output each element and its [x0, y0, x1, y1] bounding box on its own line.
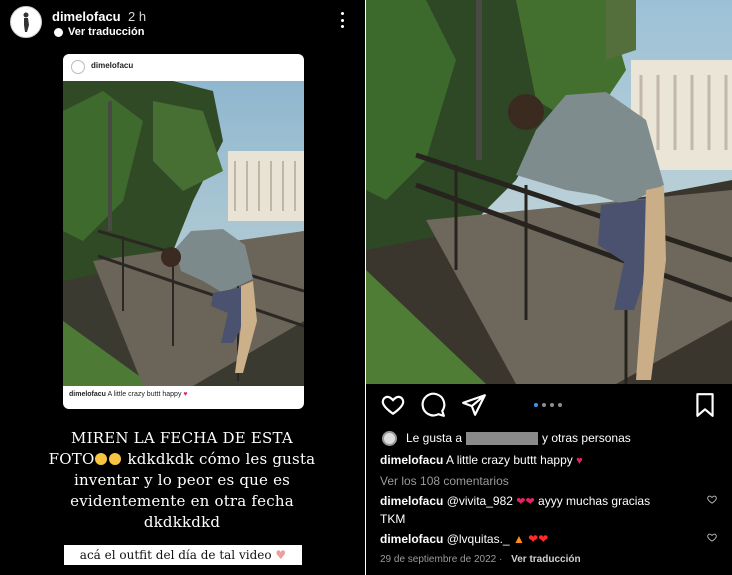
post-caption: dimelofacu A little crazy buttt happy ♥ [380, 453, 583, 467]
carousel-indicator [534, 403, 562, 407]
story-text-line: MIREN LA FECHA DE ESTA [71, 429, 293, 447]
likes-suffix[interactable]: y otras personas [542, 431, 631, 445]
hands-emoji-icon: ♥ [275, 548, 287, 562]
redacted-username [466, 431, 539, 445]
likes-prefix: Le gusta a [406, 431, 463, 445]
caption-text: A little crazy buttt happy [446, 453, 573, 467]
story-text-overlay: MIREN LA FECHA DE ESTA FOTO kdkdkdk cómo… [22, 428, 342, 533]
card-caption: dimelofacu A little crazy buttt happy ♥ [69, 391, 188, 398]
story-panel: dimelofacu 2 h Ver traducción dimelofacu [0, 0, 365, 575]
story-time: 2 h [128, 9, 147, 24]
heart-icon[interactable] [380, 392, 406, 418]
comment-user[interactable]: dimelofacu [380, 532, 443, 546]
heart-emoji-icon: ♥ [576, 455, 583, 467]
heart-emoji-icon: ❤❤ [516, 496, 535, 508]
story-translate-label: Ver traducción [68, 26, 145, 38]
card-header: dimelofacu [63, 54, 304, 81]
story-header: dimelofacu 2 h Ver traducción [10, 6, 355, 42]
comment-row: dimelofacu @lvquitas._ ▲ ❤❤ [380, 532, 548, 546]
story-text-line: dkdkkdkd [143, 513, 221, 531]
likes-line: Le gusta a y otras personas [382, 429, 631, 447]
fire-emoji-icon: ▲ [512, 532, 525, 546]
story-avatar[interactable] [10, 6, 42, 38]
emoji-face-icon [109, 453, 122, 465]
globe-icon [54, 27, 63, 37]
card-username: dimelofacu [91, 61, 134, 70]
heart-emoji-icon: ♥ [183, 391, 188, 398]
comment-mention[interactable]: @lvquitas._ [447, 532, 510, 546]
card-avatar [71, 60, 85, 74]
embedded-post-card: dimelofacu dimelofacu A little crazy but… [63, 54, 304, 409]
caption-user[interactable]: dimelofacu [380, 453, 443, 467]
story-translate-link[interactable]: Ver traducción [54, 26, 144, 38]
story-text-line: evidentemente en otra fecha [70, 492, 294, 510]
comment-user[interactable]: dimelofacu [380, 494, 443, 508]
liker-avatar [382, 430, 397, 446]
heart-emoji-icon: ❤❤ [528, 532, 549, 546]
comment-icon[interactable] [420, 392, 446, 418]
card-photo [63, 81, 304, 386]
view-comments-link[interactable]: Ver los 108 comentarios [380, 474, 509, 488]
comment-row: dimelofacu @vivita_982 ❤❤ ayyy muchas gr… [380, 494, 650, 508]
post-actions-bar [366, 392, 732, 420]
post-translate-link[interactable]: Ver traducción [511, 554, 580, 565]
more-vertical-icon[interactable] [337, 10, 347, 30]
post-panel: Le gusta a y otras personas dimelofacu A… [366, 0, 732, 575]
story-sticker-text: acá el outfit del día de tal video [79, 548, 272, 562]
comment-mention[interactable]: @vivita_982 [447, 494, 513, 508]
story-username[interactable]: dimelofacu [52, 9, 121, 24]
story-text-line: inventar y lo peor es que es [73, 471, 291, 489]
emoji-face-icon [95, 453, 108, 465]
card-caption-user: dimelofacu [69, 391, 106, 398]
comment-text-cont: TKM [380, 512, 406, 526]
story-sticker: acá el outfit del día de tal video ♥ [64, 545, 302, 565]
share-icon[interactable] [461, 392, 487, 418]
like-comment-heart-icon[interactable] [706, 494, 718, 505]
comment-text: ayyy muchas gracias [538, 494, 651, 508]
person-silhouette-icon [23, 12, 29, 32]
post-date: 29 de septiembre de 2022 [380, 554, 497, 565]
card-caption-text: A little crazy buttt happy [107, 391, 182, 398]
like-comment-heart-icon[interactable] [706, 532, 718, 543]
bookmark-icon[interactable] [692, 392, 718, 418]
story-text-line: FOTO kdkdkdk cómo les gusta [48, 450, 316, 468]
post-photo[interactable] [366, 0, 732, 384]
post-date-line: 29 de septiembre de 2022 · Ver traducció… [380, 554, 581, 565]
